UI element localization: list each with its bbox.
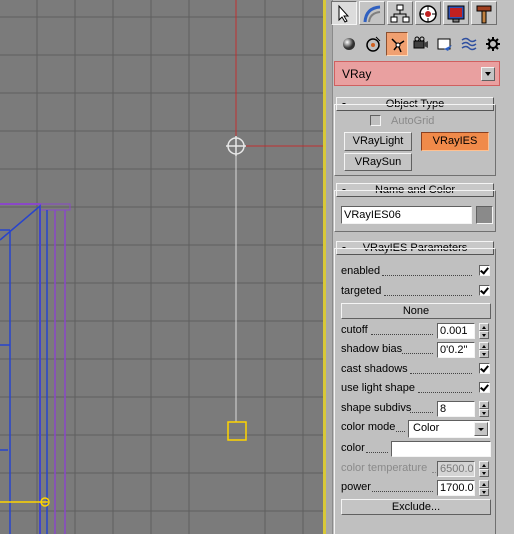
viewport-axis-lines	[235, 0, 324, 147]
motion-tab[interactable]	[415, 1, 441, 25]
color-temperature-spinner[interactable]	[479, 461, 489, 477]
cutoff-input[interactable]: 0.001	[437, 323, 475, 339]
leader-dots	[382, 275, 472, 276]
leader-dots	[384, 295, 472, 296]
exclude-button[interactable]: Exclude...	[341, 499, 491, 515]
enabled-label: enabled	[341, 265, 381, 277]
hammer-icon	[476, 5, 492, 24]
category-cameras[interactable]	[410, 32, 432, 56]
category-shapes[interactable]	[362, 32, 384, 56]
ies-light-icon	[226, 136, 246, 156]
chevron-down-icon[interactable]	[474, 422, 488, 436]
create-tab[interactable]	[331, 1, 357, 25]
leader-dots	[432, 472, 436, 473]
color-temperature-input[interactable]: 6500.0	[437, 461, 475, 477]
light-color-swatch[interactable]	[391, 441, 491, 457]
object-name-field[interactable]: VRayIES06	[341, 206, 472, 224]
leader-dots	[396, 431, 405, 432]
use-light-shape-checkbox[interactable]	[479, 382, 490, 393]
targeted-checkbox[interactable]	[479, 285, 490, 296]
power-spinner[interactable]	[479, 480, 489, 496]
gear-icon	[486, 37, 500, 51]
motion-icon	[419, 5, 437, 23]
cast-shadows-checkbox[interactable]	[479, 363, 490, 374]
enabled-checkbox[interactable]	[479, 265, 490, 276]
modify-curve-icon	[363, 5, 381, 23]
vraysun-button[interactable]: VRaySun	[344, 153, 412, 171]
color-temperature-label: color temperature	[341, 462, 428, 474]
targeted-label: targeted	[341, 285, 382, 297]
cursor-arrow-icon	[338, 4, 350, 23]
object-color-swatch[interactable]	[476, 206, 493, 224]
modify-tab[interactable]	[359, 1, 385, 25]
cutoff-spinner[interactable]	[479, 323, 489, 339]
color-mode-label: color mode	[341, 421, 396, 433]
leader-dots	[410, 412, 433, 413]
viewport-canvas[interactable]	[0, 0, 324, 534]
power-input[interactable]: 1700.0	[437, 480, 475, 496]
shadow-bias-spinner[interactable]	[479, 342, 489, 358]
hierarchy-tab[interactable]	[387, 1, 413, 25]
shape-subdivs-label: shape subdivs	[341, 402, 412, 414]
object-wireframe	[0, 203, 71, 534]
use-light-shape-label: use light shape	[341, 382, 415, 394]
autogrid-checkbox[interactable]	[370, 115, 381, 126]
power-label: power	[341, 481, 371, 493]
autogrid-label: AutoGrid	[391, 115, 435, 127]
camera-icon	[413, 36, 428, 49]
panel-scrollbar[interactable]	[326, 0, 333, 534]
leader-dots	[371, 334, 433, 335]
viewport[interactable]	[0, 0, 324, 534]
category-geometry[interactable]	[338, 32, 360, 56]
utilities-tab[interactable]	[471, 1, 497, 25]
leader-dots	[410, 373, 472, 374]
light-icon	[391, 38, 405, 53]
light-target-box	[227, 421, 247, 441]
ies-file-none-button[interactable]: None	[341, 303, 491, 319]
vrayies-button[interactable]: VRayIES	[421, 132, 489, 151]
shape-icon	[366, 36, 381, 52]
selection-marker	[0, 497, 50, 507]
shadow-bias-input[interactable]: 0'0.2"	[437, 342, 475, 358]
hierarchy-icon	[390, 4, 410, 23]
leader-dots	[372, 491, 433, 492]
color-mode-select[interactable]: Color	[408, 420, 490, 438]
color-label: color	[341, 442, 365, 454]
helper-icon	[437, 38, 452, 51]
leader-dots	[366, 452, 388, 453]
category-lights[interactable]	[386, 32, 408, 56]
viewport-grid	[0, 0, 324, 534]
display-icon	[447, 5, 465, 23]
chevron-down-icon[interactable]	[481, 67, 495, 81]
vraylight-button[interactable]: VRayLight	[344, 132, 412, 151]
leader-dots	[402, 353, 433, 354]
wave-icon	[461, 37, 477, 51]
object-category-dropdown[interactable]: VRay	[334, 61, 500, 86]
cutoff-label: cutoff	[341, 324, 368, 336]
shadow-bias-label: shadow bias	[341, 343, 403, 355]
category-systems[interactable]	[482, 32, 504, 56]
category-space-warps[interactable]	[458, 32, 480, 56]
category-helpers[interactable]	[434, 32, 456, 56]
color-mode-value: Color	[413, 422, 440, 434]
display-tab[interactable]	[443, 1, 469, 25]
shape-subdivs-spinner[interactable]	[479, 401, 489, 417]
shape-subdivs-input[interactable]: 8	[437, 401, 475, 417]
leader-dots	[418, 392, 472, 393]
dropdown-value: VRay	[342, 67, 372, 81]
sphere-icon	[343, 38, 355, 50]
cast-shadows-label: cast shadows	[341, 363, 408, 375]
